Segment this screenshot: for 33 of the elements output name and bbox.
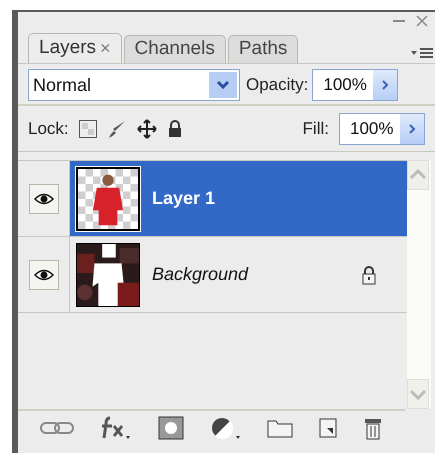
menu-icon[interactable] xyxy=(411,47,433,59)
layer-name: Background xyxy=(152,263,250,286)
effects-icon[interactable] xyxy=(100,416,132,440)
visibility-toggle[interactable] xyxy=(28,184,58,214)
folder-icon[interactable] xyxy=(267,418,294,438)
opacity-label: Opacity: xyxy=(246,74,308,96)
eye-icon xyxy=(34,268,54,280)
lock-icon[interactable] xyxy=(166,120,183,138)
move-icon[interactable] xyxy=(136,118,157,138)
link-icon[interactable] xyxy=(40,421,74,435)
checkerboard-icon[interactable] xyxy=(78,120,97,138)
new-layer-icon[interactable] xyxy=(319,418,338,438)
minimize-icon[interactable] xyxy=(393,20,405,24)
tab[interactable]: Layers × xyxy=(28,33,122,63)
chevron-right-icon xyxy=(408,124,416,134)
tab[interactable]: Channels xyxy=(124,35,226,63)
lock-label: Lock: xyxy=(28,118,69,140)
close-icon[interactable]: × xyxy=(100,35,111,62)
brush-icon[interactable] xyxy=(106,118,127,138)
chevron-right-icon xyxy=(381,80,390,90)
opacity-slider-button[interactable] xyxy=(373,70,398,100)
layer-name: Layer 1 xyxy=(152,187,216,210)
fill-slider-button[interactable] xyxy=(400,114,424,144)
tab[interactable]: Paths xyxy=(228,35,298,63)
close-icon[interactable] xyxy=(415,14,429,28)
adjustment-icon[interactable] xyxy=(210,416,242,440)
eye-icon xyxy=(34,192,54,204)
trash-icon[interactable] xyxy=(363,416,383,440)
mask-icon[interactable] xyxy=(158,416,184,440)
fill-label: Fill: xyxy=(302,118,329,140)
visibility-toggle[interactable] xyxy=(28,260,58,290)
chevron-down-icon xyxy=(216,80,230,90)
blend-mode-dropdown[interactable]: Normal xyxy=(28,69,240,101)
